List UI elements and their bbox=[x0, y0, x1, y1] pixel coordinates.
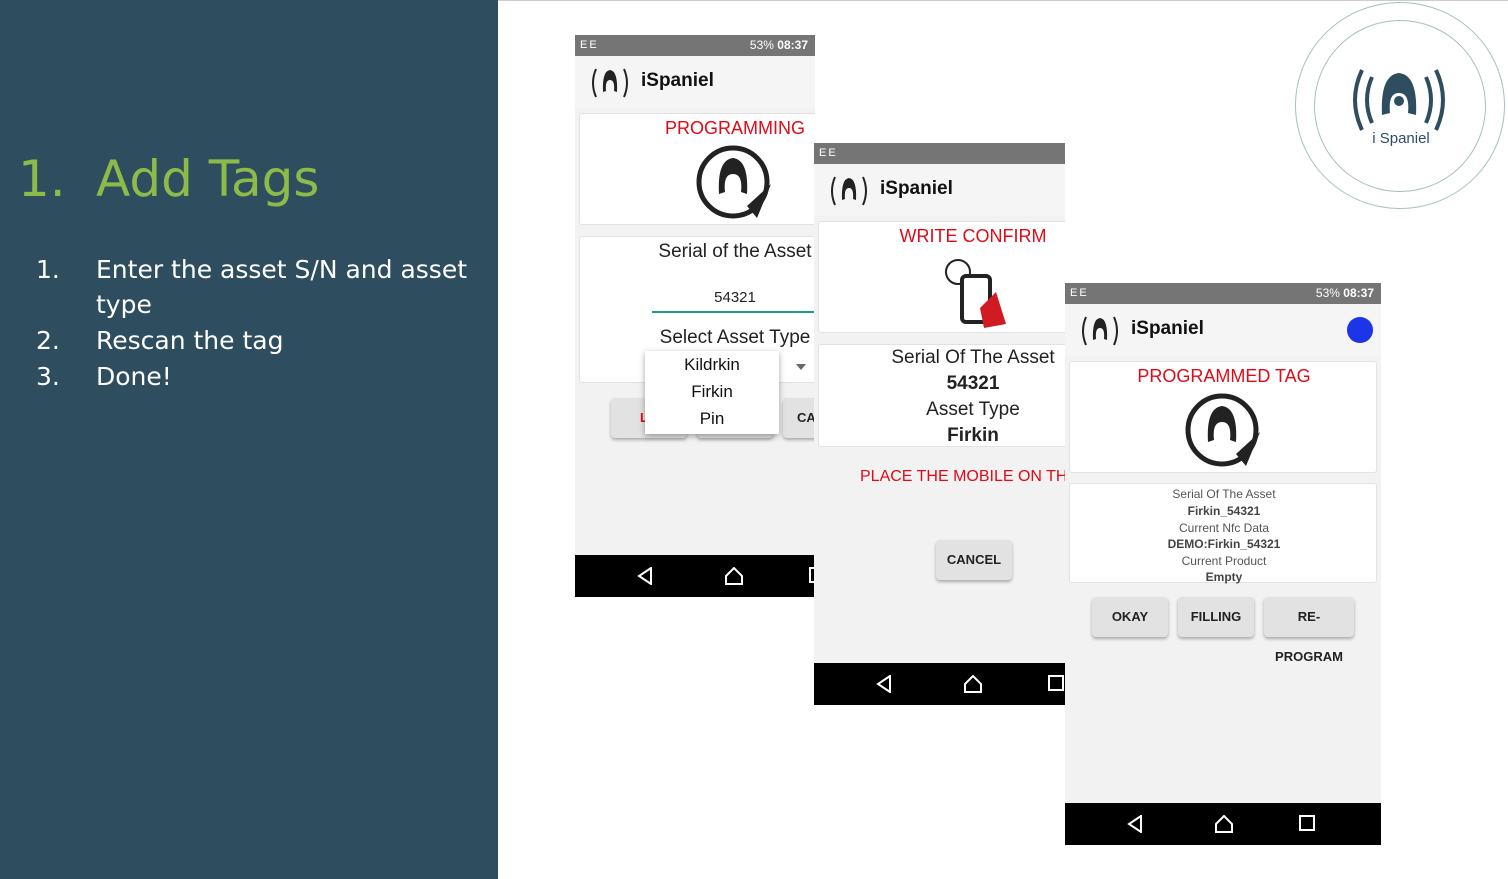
asset-type-value: Firkin bbox=[947, 425, 999, 446]
nfc-label: Current Nfc Data bbox=[1178, 521, 1270, 535]
heading-card: PROGRAMMED TAG bbox=[1069, 361, 1377, 473]
app-name: iSpaniel bbox=[880, 178, 953, 199]
clock: 08:37 bbox=[777, 38, 808, 52]
okay-button[interactable]: OKAY bbox=[1092, 597, 1168, 637]
home-icon[interactable] bbox=[1214, 815, 1234, 833]
instruction-text: PLACE THE MOBILE ON THE bbox=[860, 468, 1065, 485]
asset-type-dropdown: Kildrkin Firkin Pin bbox=[645, 351, 779, 434]
left-panel: 1. Add Tags 1. Enter the asset S/N and a… bbox=[0, 0, 498, 879]
app-name: iSpaniel bbox=[1131, 318, 1204, 339]
spaniel-badge-icon bbox=[696, 145, 771, 219]
step-3: 3. Done! bbox=[0, 359, 498, 395]
dropdown-option-kildrkin[interactable]: Kildrkin bbox=[645, 351, 779, 378]
dropdown-option-firkin[interactable]: Firkin bbox=[645, 378, 779, 405]
spaniel-badge-icon bbox=[1185, 393, 1260, 467]
serial-label: Serial of the Asset bbox=[658, 241, 812, 262]
step-1: 1. Enter the asset S/N and asset type bbox=[0, 252, 498, 324]
phone-screen-write-confirm: EE 53% 08:37 iSpaniel WRITE CONFIRM Seri… bbox=[814, 143, 1065, 705]
step-text: Done! bbox=[96, 362, 172, 391]
nav-bar bbox=[1065, 803, 1381, 845]
brand-logo: i Spaniel bbox=[1295, 2, 1505, 209]
product-label: Current Product bbox=[1181, 554, 1267, 568]
filling-button[interactable]: FILLING bbox=[1178, 597, 1254, 637]
step-number: 2. bbox=[36, 326, 60, 355]
home-icon[interactable] bbox=[963, 675, 983, 693]
recents-icon[interactable] bbox=[1299, 815, 1315, 831]
app-bar: iSpaniel bbox=[1065, 304, 1381, 356]
battery-level: 53% bbox=[1315, 286, 1340, 300]
back-icon[interactable] bbox=[1127, 815, 1143, 833]
chevron-down-icon[interactable] bbox=[796, 364, 806, 370]
home-icon[interactable] bbox=[724, 567, 744, 585]
carrier-label: EE bbox=[1070, 287, 1089, 299]
heading-card: WRITE CONFIRM bbox=[818, 221, 1065, 333]
status-right: 53% 08:37 bbox=[1316, 286, 1374, 300]
tag-details-card: Serial Of The Asset Firkin_54321 Current… bbox=[1069, 483, 1377, 584]
heading-card: PROGRAMMING bbox=[579, 113, 815, 225]
app-logo-icon bbox=[831, 176, 867, 206]
app-bar: iSpaniel bbox=[575, 56, 815, 108]
app-logo-icon bbox=[592, 68, 628, 98]
step-2: 2. Rescan the tag bbox=[0, 323, 498, 359]
step-number: 1. bbox=[36, 255, 60, 284]
serial-value: 54321 bbox=[946, 373, 1000, 394]
app-bar: iSpaniel bbox=[814, 164, 1065, 216]
status-bar: EE 53% 08:37 bbox=[814, 143, 1065, 164]
clock: 08:37 bbox=[1343, 286, 1374, 300]
status-dot bbox=[1347, 317, 1373, 343]
asset-type-label: Select Asset Type bbox=[659, 327, 811, 348]
nav-bar bbox=[575, 555, 815, 597]
serial-input[interactable]: 54321 bbox=[652, 289, 815, 313]
asset-type-label: Asset Type bbox=[926, 399, 1020, 420]
nfc-value: DEMO:Firkin_54321 bbox=[1167, 537, 1281, 551]
slide: 1. Add Tags 1. Enter the asset S/N and a… bbox=[0, 0, 1508, 879]
nav-bar bbox=[814, 663, 1065, 705]
step-text: Enter the asset S/N and asset type bbox=[96, 255, 467, 319]
top-divider bbox=[498, 0, 1508, 1]
app-name: iSpaniel bbox=[641, 70, 714, 91]
app-logo-icon bbox=[1082, 316, 1118, 346]
screen-heading: PROGRAMMING bbox=[664, 118, 805, 138]
asset-summary-card: Serial Of The Asset 54321 Asset Type Fir… bbox=[818, 344, 1065, 447]
cancel-button-partial[interactable]: CA bbox=[783, 398, 815, 438]
title-number: 1. bbox=[18, 150, 66, 208]
cancel-button[interactable]: CANCEL bbox=[936, 540, 1012, 580]
serial-value: Firkin_54321 bbox=[1187, 504, 1261, 518]
step-number: 3. bbox=[36, 362, 60, 391]
back-icon[interactable] bbox=[876, 675, 892, 693]
status-right: 53% 08:37 bbox=[750, 38, 808, 52]
step-text: Rescan the tag bbox=[96, 326, 284, 355]
screen-heading: WRITE CONFIRM bbox=[899, 226, 1047, 246]
phone-tap-icon bbox=[945, 259, 1006, 328]
status-bar: EE 53% 08:37 bbox=[1065, 283, 1381, 304]
reprogram-button[interactable]: RE-PROGRAM bbox=[1264, 597, 1354, 664]
screen-heading: PROGRAMMED TAG bbox=[1137, 366, 1311, 386]
spaniel-logo-icon bbox=[1353, 69, 1445, 131]
battery-level: 53% bbox=[749, 38, 774, 52]
serial-label: Serial Of The Asset bbox=[1172, 487, 1276, 501]
back-icon[interactable] bbox=[637, 567, 653, 585]
dropdown-option-pin[interactable]: Pin bbox=[645, 405, 779, 432]
carrier-label: EE bbox=[819, 147, 838, 159]
logo-caption: i Spaniel bbox=[1372, 130, 1430, 147]
status-bar: EE 53% 08:37 bbox=[575, 35, 815, 56]
recents-icon[interactable] bbox=[1048, 675, 1064, 691]
phone-screen-programmed-tag: EE 53% 08:37 iSpaniel PROGRAMMED TAG Ser… bbox=[1065, 283, 1381, 845]
product-value: Empty bbox=[1205, 570, 1243, 584]
slide-title: Add Tags bbox=[96, 150, 320, 208]
phone-screen-programming: EE 53% 08:37 iSpaniel PROGRAMMING Serial… bbox=[575, 35, 815, 597]
carrier-label: EE bbox=[580, 39, 599, 51]
serial-label: Serial Of The Asset bbox=[891, 347, 1055, 368]
